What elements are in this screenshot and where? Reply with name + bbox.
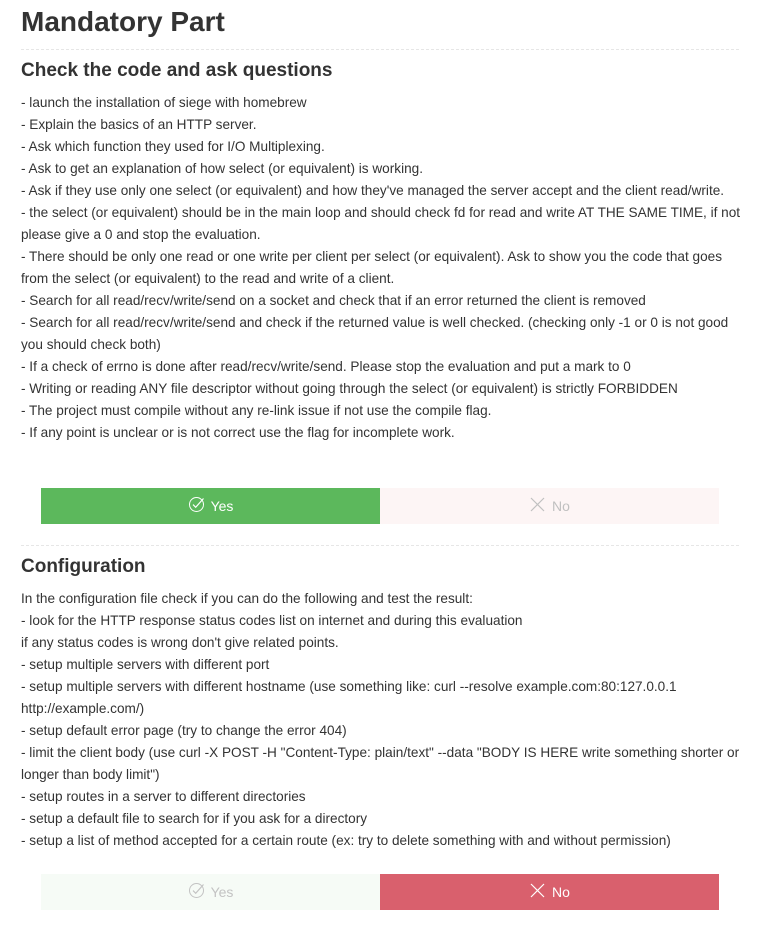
no-button[interactable]: No bbox=[380, 488, 719, 524]
instruction-line: - launch the installation of siege with … bbox=[21, 95, 307, 110]
no-label: No bbox=[552, 884, 570, 900]
section-body-check-code: - launch the installation of siege with … bbox=[21, 92, 743, 444]
instruction-line: - setup a default file to search for if … bbox=[21, 811, 368, 826]
instruction-line: - the select (or equivalent) should be i… bbox=[21, 205, 741, 242]
yes-label: Yes bbox=[210, 884, 234, 900]
instruction-line: - setup default error page (try to chang… bbox=[21, 723, 347, 738]
section-divider bbox=[21, 545, 739, 546]
instruction-line: - setup a list of method accepted for a … bbox=[21, 833, 671, 848]
instruction-line: - look for the HTTP response status code… bbox=[21, 613, 523, 628]
section-title-check-code: Check the code and ask questions bbox=[21, 60, 333, 81]
instruction-line: - Search for all read/recv/write/send an… bbox=[21, 315, 729, 352]
instruction-line: - setup routes in a server to different … bbox=[21, 789, 306, 804]
check-icon bbox=[188, 882, 205, 899]
yes-button[interactable]: Yes bbox=[41, 488, 380, 524]
instruction-line: - Writing or reading ANY file descriptor… bbox=[21, 381, 678, 396]
instruction-line: if any status codes is wrong don't give … bbox=[21, 635, 339, 650]
answer-buttons-check-code: Yes No bbox=[41, 488, 719, 524]
instruction-line: - Search for all read/recv/write/send on… bbox=[21, 293, 646, 308]
instruction-line: - The project must compile without any r… bbox=[21, 403, 492, 418]
answer-buttons-configuration: Yes No bbox=[41, 874, 719, 910]
instruction-line: - Ask to get an explanation of how selec… bbox=[21, 161, 423, 176]
instruction-line: - limit the client body (use curl -X POS… bbox=[21, 745, 740, 782]
cross-icon bbox=[529, 496, 546, 513]
instruction-line: - setup multiple servers with different … bbox=[21, 657, 270, 672]
cross-icon bbox=[529, 882, 546, 899]
page-title: Mandatory Part bbox=[21, 6, 225, 37]
evaluation-page: Mandatory Part Check the code and ask qu… bbox=[0, 0, 767, 928]
yes-button[interactable]: Yes bbox=[41, 874, 380, 910]
instruction-line: - There should be only one read or one w… bbox=[21, 249, 722, 286]
no-label: No bbox=[552, 498, 570, 514]
instruction-line: - setup multiple servers with different … bbox=[21, 679, 677, 716]
title-divider bbox=[21, 49, 739, 50]
section-body-configuration: In the configuration file check if you c… bbox=[21, 588, 743, 852]
instruction-line: - If any point is unclear or is not corr… bbox=[21, 425, 455, 440]
instruction-line: In the configuration file check if you c… bbox=[21, 591, 473, 606]
no-button[interactable]: No bbox=[380, 874, 719, 910]
yes-label: Yes bbox=[210, 498, 234, 514]
instruction-line: - Ask which function they used for I/O M… bbox=[21, 139, 325, 154]
instruction-line: - Ask if they use only one select (or eq… bbox=[21, 183, 725, 198]
check-icon bbox=[188, 496, 205, 513]
section-title-configuration: Configuration bbox=[21, 556, 146, 577]
instruction-line: - If a check of errno is done after read… bbox=[21, 359, 631, 374]
instruction-line: - Explain the basics of an HTTP server. bbox=[21, 117, 257, 132]
